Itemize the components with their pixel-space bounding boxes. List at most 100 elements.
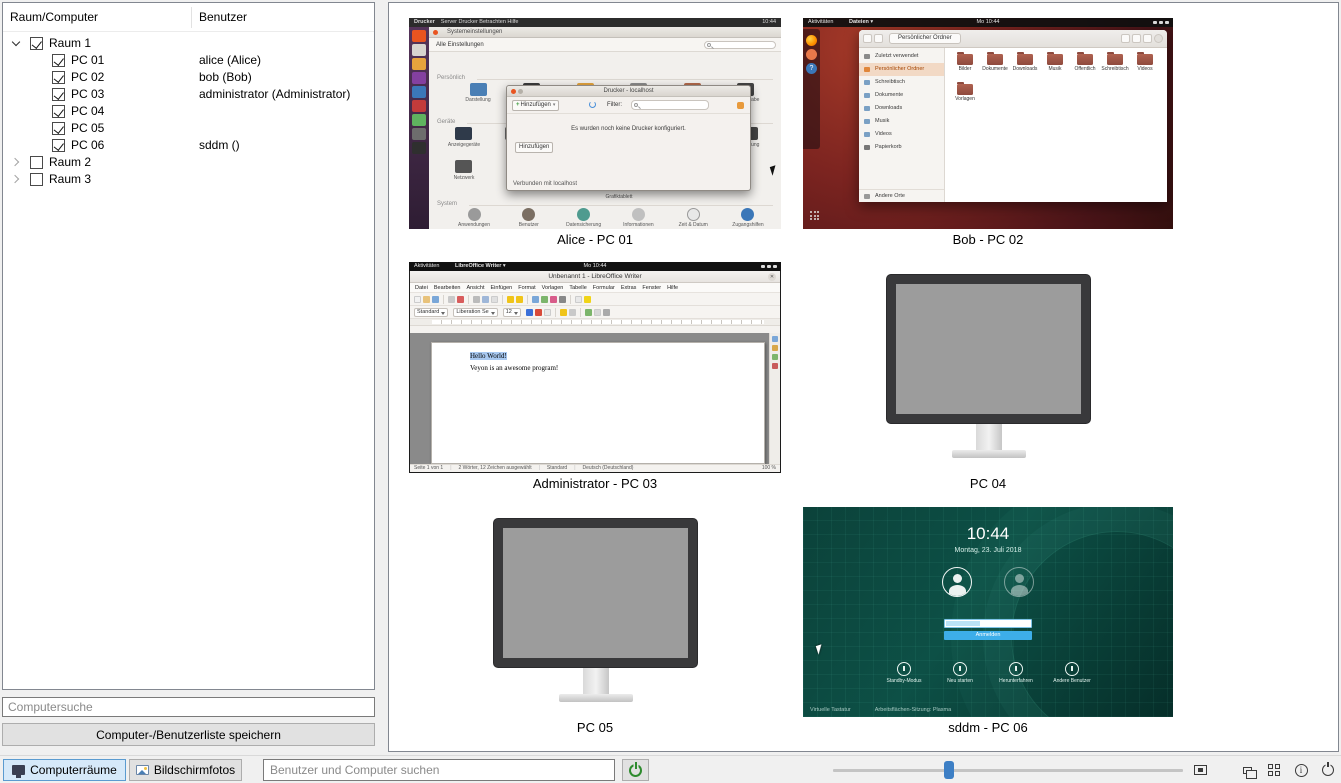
sidebar-recent: Zuletzt verwendet [859,50,944,63]
tree-row-raum-3[interactable]: Raum 3 [3,171,374,188]
tree-row-raum-2[interactable]: Raum 2 [3,154,374,171]
gnome-topbar: Aktivitäten LibreOffice Writer Mo 10:44 [409,262,781,271]
tree-row-pc-03[interactable]: PC 03 administrator (Administrator) [3,86,374,103]
forward-icon [874,34,883,43]
checkbox-raum-3[interactable] [30,173,43,186]
monitoring-area: DruckerServer Drucker Betrachten Hilfe 1… [388,2,1339,752]
folder-grid: Bilder Dokumente Downloads Musik Öffentl… [946,48,1167,202]
sidebar-music: Musik [859,115,944,128]
tree-rows: Raum 1 PC 01 alice (Alice) PC 02 bob (Bo… [3,32,374,188]
section-system: System [437,201,457,207]
tree-row-pc-02[interactable]: PC 02 bob (Bob) [3,69,374,86]
row-label: Raum 1 [49,36,91,50]
grid-align-button[interactable] [1262,759,1286,781]
offline-monitor-pc05[interactable] [492,518,699,702]
cascade-icon [1243,767,1252,774]
fit-view-button[interactable] [1188,759,1212,781]
computer-thumbnail-pc02[interactable]: Aktivitäten Dateien Mo 10:44 ? Persönlic… [803,18,1173,229]
about-button[interactable] [1316,759,1340,781]
no-printers-message: Es wurden noch keine Drucker konfigurier… [507,126,750,132]
status-icons [1153,21,1169,24]
column-divider[interactable] [191,7,192,28]
search-icon [634,103,638,107]
tree-row-pc-05[interactable]: PC 05 [3,120,374,137]
anwendungen-icon [468,208,481,221]
user-computer-search-input[interactable] [263,759,615,781]
restart-icon [953,662,967,676]
menu-icon [1143,34,1152,43]
tree-row-pc-04[interactable]: PC 04 [3,103,374,120]
computer-rooms-button[interactable]: Computerräume [3,759,126,781]
datensicherung-icon [577,208,590,221]
checkbox-pc-02[interactable] [52,71,65,84]
thumbnail-caption-pc04: PC 04 [803,476,1173,492]
clock: 10:44 [762,18,776,27]
sidebar-downloads: Downloads [859,102,944,115]
tree-row-raum-1[interactable]: Raum 1 [3,35,374,52]
shutdown-icon [1009,662,1023,676]
row-label: PC 02 [71,70,104,84]
row-user: alice (Alice) [199,53,261,67]
power-ring-icon [1322,764,1334,776]
close-icon [1154,34,1163,43]
computer-thumbnail-pc03[interactable]: Aktivitäten LibreOffice Writer Mo 10:44 … [409,262,781,473]
login-date: Montag, 23. Juli 2018 [803,547,1173,554]
path-bar: Persönlicher Ordner [889,33,961,44]
collapse-arrow-icon[interactable] [12,38,20,46]
folder-icon [987,54,1003,65]
style-select: Standard [414,308,448,317]
power-button[interactable] [622,759,649,781]
expand-arrow-icon[interactable] [11,158,19,166]
expand-arrow-icon[interactable] [11,175,19,183]
checkbox-pc-04[interactable] [52,105,65,118]
folder-vorlagen: Vorlagen [950,84,980,114]
checkbox-pc-06[interactable] [52,139,65,152]
offline-monitor-pc04[interactable] [885,274,1092,458]
printer-config-dialog: Drucker - localhost +Hinzufügen▾ Filter:… [506,85,751,191]
restart-action: Neu starten [936,662,984,684]
connection-status: Verbunden mit localhost [513,181,577,187]
thumbnail-size-slider[interactable] [833,759,1183,781]
computer-search-input[interactable] [2,697,375,717]
close-icon [511,89,516,94]
sidebar-documents: Dokumente [859,89,944,102]
login-clock: 10:44 [803,524,1173,544]
info-button[interactable]: i [1289,759,1313,781]
computer-thumbnail-pc06[interactable]: 10:44 Montag, 23. Juli 2018 Anmelden Sta… [803,507,1173,717]
checkbox-pc-03[interactable] [52,88,65,101]
status-dot [737,102,744,109]
checkbox-pc-01[interactable] [52,54,65,67]
column-room-computer: Raum/Computer [10,10,98,24]
tree-row-pc-01[interactable]: PC 01 alice (Alice) [3,52,374,69]
folder-dokumente: Dokumente [980,54,1010,84]
folder-icon [1077,54,1093,65]
folder-downloads: Downloads [1010,54,1040,84]
thumbnail-caption-pc01: Alice - PC 01 [409,232,781,248]
folder-schreibtisch: Schreibtisch [1100,54,1130,84]
clock: Mo 10:44 [977,18,1000,27]
folder-icon [957,54,973,65]
tree-row-pc-06[interactable]: PC 06 sddm () [3,137,374,154]
size-slider-handle[interactable] [944,761,954,779]
suspend-icon [897,662,911,676]
mouse-cursor [816,644,824,654]
anzeigegeraete-icon [455,127,472,140]
folder-oeffentlich: Öffentlich [1070,54,1100,84]
checkbox-pc-05[interactable] [52,122,65,135]
sidebar-trash: Papierkorb [859,141,944,154]
screenshots-button[interactable]: Bildschirmfotos [129,759,242,781]
computer-thumbnail-pc01[interactable]: DruckerServer Drucker Betrachten Hilfe 1… [409,18,781,229]
formatting-toolbar: Standard Liberation Se 12 [410,306,780,319]
benutzer-icon [522,208,535,221]
login-button: Anmelden [944,631,1032,640]
arrangement-button[interactable] [1235,759,1259,781]
sidebar-other-places: Andere Orte [859,189,944,202]
header-buttons [1121,34,1163,43]
row-label: PC 06 [71,138,104,152]
save-computer-list-button[interactable]: Computer-/Benutzerliste speichern [2,723,375,746]
folder-icon [957,84,973,95]
slider-track[interactable] [833,769,1183,772]
checkbox-raum-1[interactable] [30,37,43,50]
checkbox-raum-2[interactable] [30,156,43,169]
unity-menubar: DruckerServer Drucker Betrachten Hilfe 1… [409,18,781,27]
